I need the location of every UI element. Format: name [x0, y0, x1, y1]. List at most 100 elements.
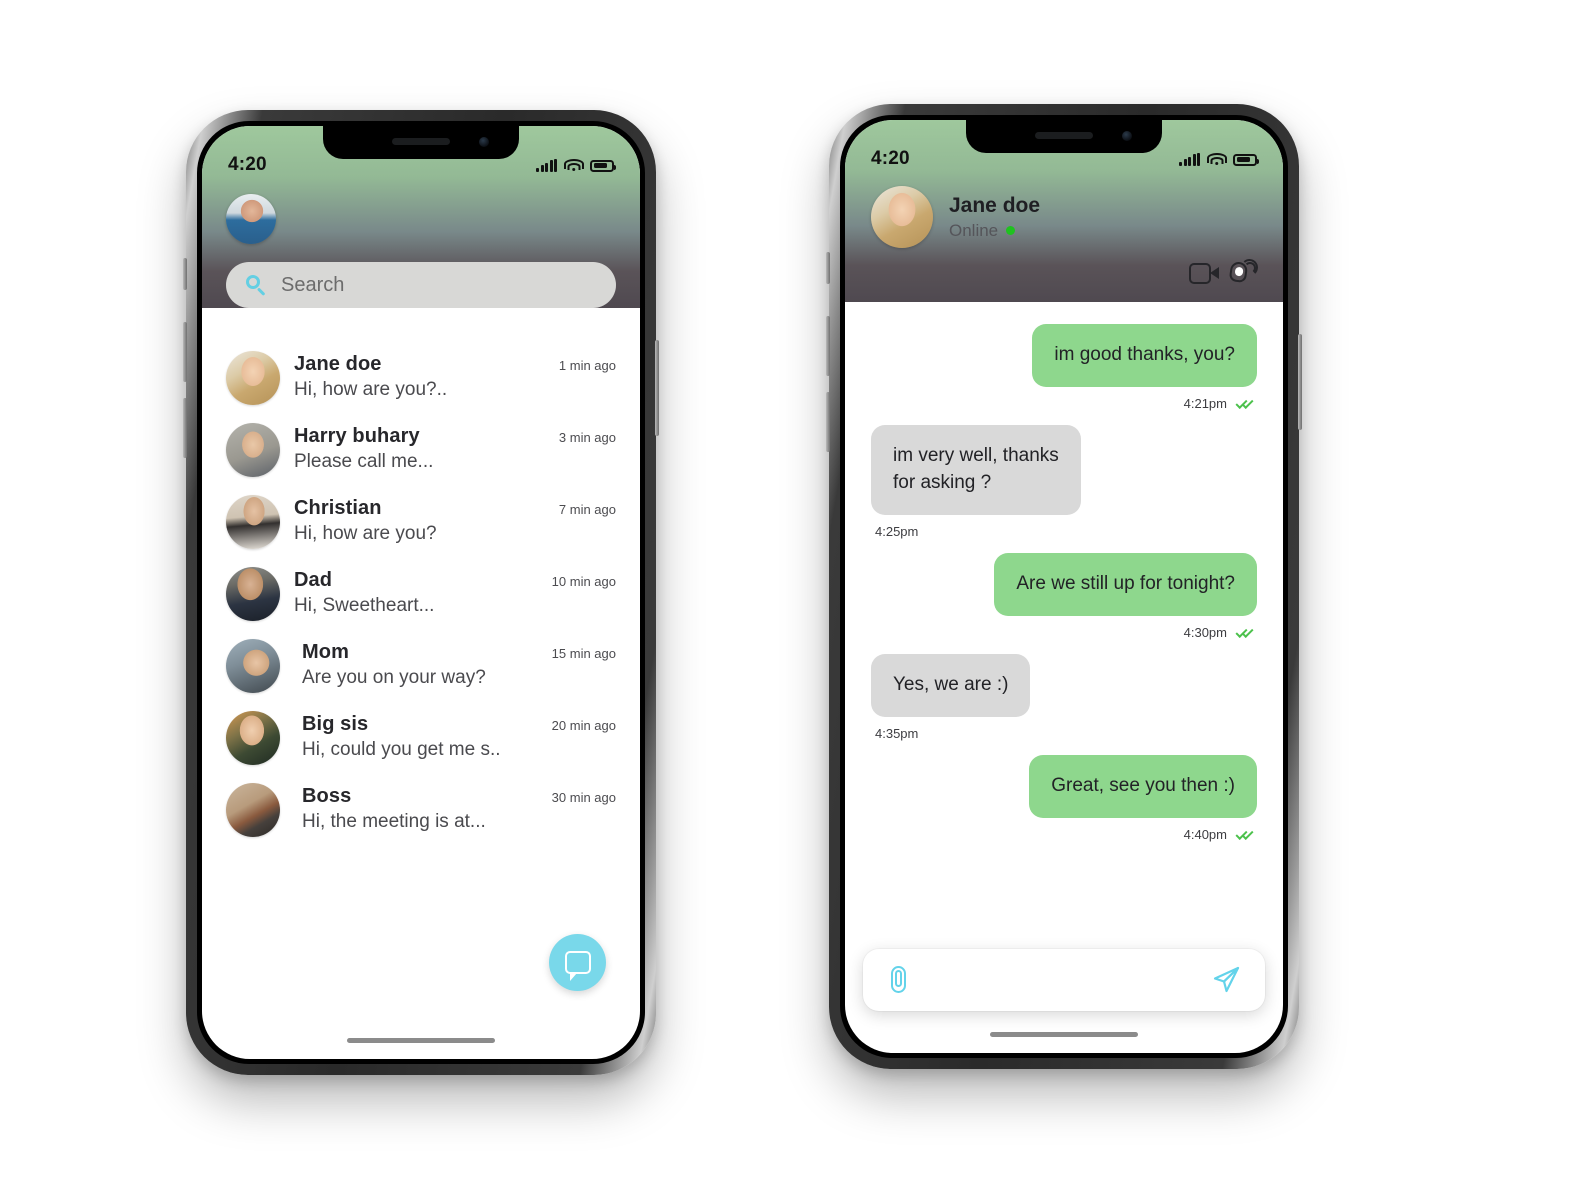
message-preview: Hi, the meeting is at... [302, 811, 486, 832]
wifi-icon [1206, 152, 1227, 166]
timestamp: 10 min ago [551, 574, 616, 589]
header-actions [845, 248, 1283, 302]
phone-bezel: 4:20 Search Jane doe 1 min ago Hi, how a… [197, 121, 645, 1064]
contact-header[interactable]: Jane doe Online [845, 172, 1283, 248]
message-time: 4:35pm [875, 725, 919, 741]
video-camera-icon[interactable] [1189, 262, 1219, 284]
list-item[interactable]: Jane doe 1 min ago Hi, how are you?.. [202, 342, 640, 414]
contact-name: Big sis [302, 713, 369, 735]
avatar [226, 639, 280, 693]
contact-name: Harry buhary [294, 425, 420, 447]
timestamp: 1 min ago [558, 358, 616, 373]
read-receipt-double-check-icon [1235, 396, 1255, 410]
message-bubble-sent[interactable]: im good thanks, you? [1032, 324, 1257, 387]
message-row: im good thanks, you? [871, 324, 1257, 387]
volume-up-button[interactable] [183, 322, 187, 382]
avatar [226, 711, 280, 765]
status-icons [536, 158, 616, 172]
timestamp: 3 min ago [558, 430, 616, 445]
conversation-list: Jane doe 1 min ago Hi, how are you?.. Ha… [202, 328, 640, 846]
power-button[interactable] [1298, 334, 1302, 430]
battery-icon [590, 159, 616, 172]
message-composer[interactable] [863, 949, 1265, 1011]
search-placeholder: Search [281, 273, 345, 296]
phone-call-icon[interactable] [1228, 258, 1259, 286]
avatar [226, 783, 280, 837]
front-camera-icon [479, 137, 489, 147]
message-time: 4:25pm [875, 523, 919, 539]
avatar[interactable] [871, 186, 933, 248]
timestamp: 15 min ago [551, 646, 616, 661]
volume-down-button[interactable] [826, 392, 830, 452]
timestamp: 30 min ago [551, 790, 616, 805]
message-time: 4:40pm [1183, 826, 1227, 842]
battery-icon [1233, 153, 1259, 166]
list-item[interactable]: Big sis 20 min ago Hi, could you get me … [202, 702, 640, 774]
profile-avatar[interactable] [226, 194, 276, 244]
power-button[interactable] [655, 340, 659, 436]
timestamp: 20 min ago [551, 718, 616, 733]
earpiece-speaker-icon [1035, 132, 1093, 139]
front-camera-icon [1122, 131, 1132, 141]
list-item[interactable]: Harry buhary 3 min ago Please call me... [202, 414, 640, 486]
device-notch [966, 120, 1162, 153]
list-item[interactable]: Boss 30 min ago Hi, the meeting is at... [202, 774, 640, 846]
avatar [226, 351, 280, 405]
message-thread: im good thanks, you? 4:21pm im very well… [845, 302, 1283, 842]
message-time: 4:21pm [1183, 395, 1227, 411]
new-chat-button[interactable] [549, 934, 606, 991]
read-receipt-double-check-icon [1235, 827, 1255, 841]
message-bubble-received[interactable]: Yes, we are :) [871, 653, 1031, 717]
message-row: Great, see you then :) [871, 754, 1257, 818]
volume-up-button[interactable] [826, 316, 830, 376]
device-notch [323, 126, 519, 159]
message-meta: 4:30pm [873, 625, 1255, 640]
contact-name: Jane doe [294, 353, 382, 375]
contact-name: Mom [302, 641, 349, 663]
status-icons [1179, 152, 1259, 166]
wifi-icon [563, 158, 584, 172]
contact-name: Dad [294, 569, 333, 591]
cellular-bars-icon [1179, 152, 1200, 166]
status-time: 4:20 [228, 154, 267, 175]
phone-device-chat-list: 4:20 Search Jane doe 1 min ago Hi, how a… [183, 110, 659, 1075]
message-row: im very well, thanks for asking ? [871, 424, 1257, 515]
message-row: Are we still up for tonight? [871, 552, 1257, 616]
home-indicator[interactable] [990, 1032, 1138, 1037]
message-preview: Hi, how are you? [294, 523, 437, 544]
message-bubble-sent[interactable]: Are we still up for tonight? [994, 552, 1257, 616]
presence-label: Online [949, 220, 999, 240]
list-item[interactable]: Christian 7 min ago Hi, how are you? [202, 486, 640, 558]
paperclip-icon[interactable] [887, 966, 911, 994]
contact-name: Christian [294, 497, 382, 519]
message-meta: 4:40pm [873, 827, 1255, 842]
status-time: 4:20 [871, 148, 910, 169]
screen-conversation: 4:20 Jane doe Online im good thanks, you… [845, 120, 1283, 1053]
contact-name: Jane doe [949, 193, 1041, 217]
home-indicator[interactable] [347, 1038, 495, 1043]
status-badge: Online [949, 221, 1040, 241]
send-paper-plane-icon[interactable] [1211, 965, 1241, 995]
message-preview: Are you on your way? [302, 667, 486, 688]
avatar [226, 567, 280, 621]
message-bubble-sent[interactable]: Great, see you then :) [1029, 754, 1257, 818]
screen-chat-list: 4:20 Search Jane doe 1 min ago Hi, how a… [202, 126, 640, 1059]
message-preview: Please call me... [294, 451, 434, 472]
phone-device-conversation: 4:20 Jane doe Online im good thanks, you… [826, 104, 1302, 1069]
timestamp: 7 min ago [558, 502, 616, 517]
message-bubble-received[interactable]: im very well, thanks for asking ? [871, 424, 1081, 515]
message-meta: 4:35pm [875, 726, 1255, 741]
volume-down-button[interactable] [183, 398, 187, 458]
mute-switch[interactable] [826, 252, 830, 284]
search-input[interactable]: Search [226, 262, 616, 308]
contact-name: Boss [302, 785, 352, 807]
message-preview: Hi, how are you?.. [294, 379, 448, 400]
mute-switch[interactable] [183, 258, 187, 290]
read-receipt-double-check-icon [1235, 625, 1255, 639]
list-item[interactable]: Dad 10 min ago Hi, Sweetheart... [202, 558, 640, 630]
message-row: Yes, we are :) [871, 653, 1257, 717]
message-preview: Hi, Sweetheart... [294, 595, 435, 616]
avatar [226, 495, 280, 549]
list-item[interactable]: Mom 15 min ago Are you on your way? [202, 630, 640, 702]
cellular-bars-icon [536, 158, 557, 172]
